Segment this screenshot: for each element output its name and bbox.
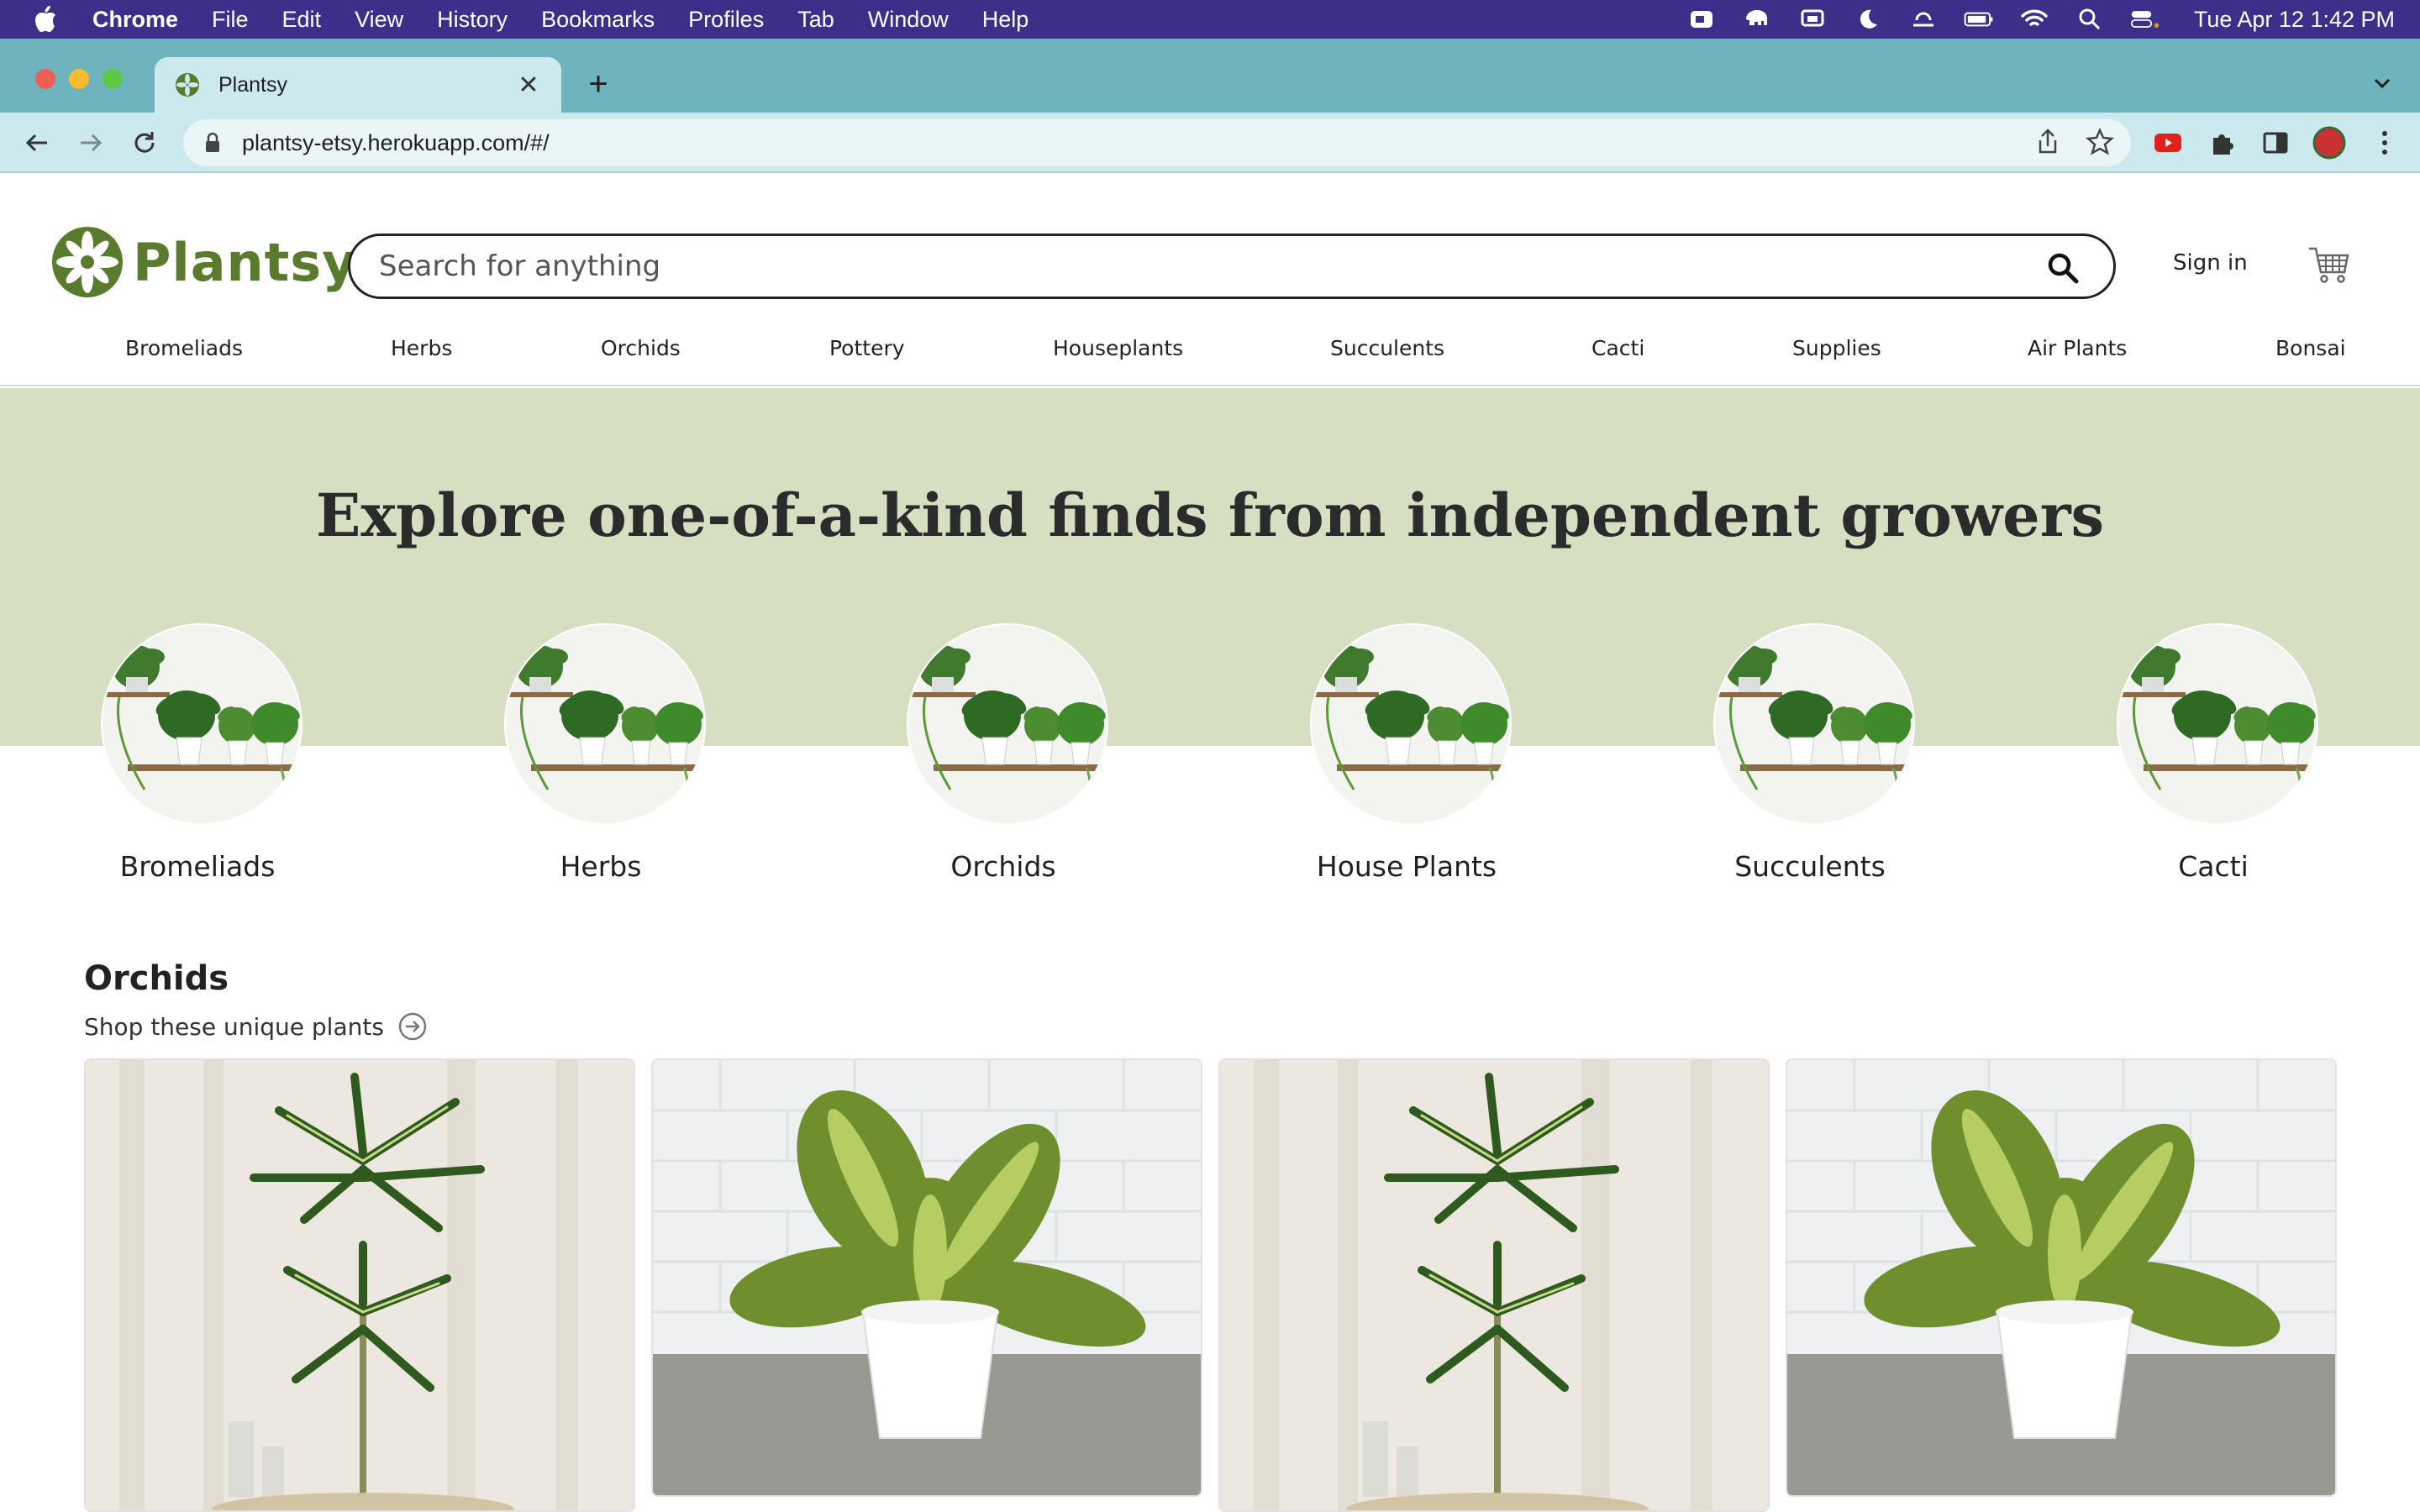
plantsy-favicon-icon bbox=[175, 72, 200, 97]
menu-help[interactable]: Help bbox=[982, 7, 1029, 33]
battery-icon[interactable] bbox=[1964, 7, 1994, 32]
tab-title: Plantsy bbox=[218, 72, 287, 97]
product-card[interactable] bbox=[651, 1058, 1202, 1497]
apple-icon[interactable] bbox=[29, 3, 62, 36]
product-image[interactable] bbox=[653, 1060, 1202, 1497]
menu-edit[interactable]: Edit bbox=[282, 7, 322, 33]
window-close-button[interactable] bbox=[35, 69, 55, 89]
product-image[interactable] bbox=[1220, 1060, 1770, 1512]
product-card[interactable] bbox=[1218, 1058, 1770, 1512]
search-bar[interactable] bbox=[348, 234, 2116, 299]
hero-title: Explore one-of-a-kind finds from indepen… bbox=[316, 480, 2104, 550]
category-image[interactable] bbox=[101, 623, 302, 825]
wifi-icon[interactable] bbox=[2019, 7, 2049, 32]
moon-icon[interactable] bbox=[1853, 7, 1883, 32]
side-panel-icon[interactable] bbox=[2259, 126, 2292, 160]
youtube-extension-icon[interactable] bbox=[2151, 126, 2185, 160]
url-text[interactable]: plantsy-etsy.herokuapp.com/#/ bbox=[242, 130, 550, 156]
site-header: Plantsy Sign in Bromeliads Herbs Orchids… bbox=[0, 173, 2420, 386]
bookmark-star-icon[interactable] bbox=[2086, 127, 2114, 160]
nav-herbs[interactable]: Herbs bbox=[391, 336, 452, 360]
new-tab-button[interactable]: + bbox=[581, 66, 615, 102]
window-zoom-button[interactable] bbox=[103, 69, 123, 89]
menu-view[interactable]: View bbox=[355, 7, 403, 33]
chrome-menu-kebab-icon[interactable] bbox=[2368, 126, 2402, 160]
logo-text: Plantsy bbox=[133, 231, 357, 293]
elephant-icon[interactable] bbox=[1742, 7, 1772, 32]
nav-orchids[interactable]: Orchids bbox=[601, 336, 681, 360]
hero-banner: Explore one-of-a-kind finds from indepen… bbox=[0, 388, 2420, 746]
screen-mirroring-icon[interactable] bbox=[1797, 7, 1828, 32]
back-arrow-icon[interactable] bbox=[20, 126, 54, 160]
share-icon[interactable] bbox=[2033, 128, 2062, 160]
forward-arrow-icon[interactable] bbox=[74, 126, 108, 160]
menu-window[interactable]: Window bbox=[868, 7, 949, 33]
browser-toolbar: plantsy-etsy.herokuapp.com/#/ bbox=[0, 113, 2420, 173]
nav-supplies[interactable]: Supplies bbox=[1792, 336, 1881, 360]
spotlight-search-icon[interactable] bbox=[2075, 7, 2105, 32]
product-image[interactable] bbox=[86, 1060, 635, 1512]
category-label[interactable]: Bromeliads bbox=[13, 850, 382, 883]
address-bar[interactable]: plantsy-etsy.herokuapp.com/#/ bbox=[183, 119, 2131, 166]
menu-bookmarks[interactable]: Bookmarks bbox=[541, 7, 655, 33]
control-center-icon[interactable] bbox=[2130, 7, 2160, 32]
category-card-cacti[interactable]: Cacti bbox=[2112, 623, 2323, 883]
category-image[interactable] bbox=[504, 623, 706, 825]
search-icon[interactable] bbox=[2046, 251, 2080, 285]
category-label[interactable]: Cacti bbox=[2028, 850, 2398, 883]
reload-icon[interactable] bbox=[128, 126, 161, 160]
menu-app-name[interactable]: Chrome bbox=[92, 7, 178, 33]
category-label[interactable]: House Plants bbox=[1222, 850, 1591, 883]
product-image[interactable] bbox=[1787, 1060, 2337, 1497]
section-link-label[interactable]: Shop these unique plants bbox=[84, 1013, 384, 1041]
tab-close-icon[interactable]: ✕ bbox=[516, 71, 541, 99]
shopping-cart-icon[interactable] bbox=[2306, 244, 2351, 286]
lock-icon[interactable] bbox=[202, 132, 224, 154]
category-label[interactable]: Succulents bbox=[1625, 850, 1995, 883]
section-title: Orchids bbox=[84, 959, 229, 998]
nav-bromeliads[interactable]: Bromeliads bbox=[125, 336, 243, 360]
window-minimize-button[interactable] bbox=[69, 69, 89, 89]
video-camera-icon[interactable] bbox=[1686, 7, 1717, 32]
shop-unique-plants-link[interactable]: Shop these unique plants bbox=[84, 1011, 428, 1042]
nav-pottery[interactable]: Pottery bbox=[829, 336, 905, 360]
category-nav: Bromeliads Herbs Orchids Pottery Housepl… bbox=[0, 328, 2420, 378]
menubar-clock[interactable]: Tue Apr 12 1:42 PM bbox=[2194, 7, 2395, 33]
category-image[interactable] bbox=[1713, 623, 1915, 825]
nav-succulents[interactable]: Succulents bbox=[1330, 336, 1444, 360]
category-card-bromeliads[interactable]: Bromeliads bbox=[97, 623, 307, 883]
category-card-orchids[interactable]: Orchids bbox=[902, 623, 1113, 883]
category-label[interactable]: Herbs bbox=[416, 850, 786, 883]
nav-cacti[interactable]: Cacti bbox=[1591, 336, 1644, 360]
tab-search-chevron-icon[interactable] bbox=[2370, 71, 2395, 96]
category-image[interactable] bbox=[907, 623, 1108, 825]
nav-houseplants[interactable]: Houseplants bbox=[1053, 336, 1183, 360]
menu-file[interactable]: File bbox=[212, 7, 249, 33]
product-card[interactable] bbox=[1786, 1058, 2337, 1497]
search-input[interactable] bbox=[379, 249, 1975, 283]
profile-avatar-icon[interactable] bbox=[2312, 126, 2346, 160]
menu-tab[interactable]: Tab bbox=[797, 7, 834, 33]
plantsy-logo[interactable]: Plantsy bbox=[50, 225, 357, 299]
category-image[interactable] bbox=[2117, 623, 2318, 825]
plantsy-flower-logo-icon bbox=[50, 225, 124, 299]
nav-air-plants[interactable]: Air Plants bbox=[2028, 336, 2127, 360]
extensions-puzzle-icon[interactable] bbox=[2205, 126, 2238, 160]
macos-menubar: Chrome File Edit View History Bookmarks … bbox=[0, 0, 2420, 39]
category-label[interactable]: Orchids bbox=[818, 850, 1188, 883]
arrow-circle-right-icon[interactable] bbox=[397, 1011, 428, 1042]
night-shift-icon[interactable] bbox=[1908, 7, 1939, 32]
browser-tab-strip: Plantsy ✕ + bbox=[0, 39, 2420, 113]
product-card[interactable] bbox=[84, 1058, 635, 1512]
category-image[interactable] bbox=[1310, 623, 1512, 825]
browser-tab-plantsy[interactable]: Plantsy ✕ bbox=[155, 57, 561, 113]
category-card-succulents[interactable]: Succulents bbox=[1709, 623, 1919, 883]
category-card-herbs[interactable]: Herbs bbox=[500, 623, 710, 883]
sign-in-link[interactable]: Sign in bbox=[2173, 250, 2248, 276]
nav-bonsai[interactable]: Bonsai bbox=[2275, 336, 2346, 360]
category-card-house-plants[interactable]: House Plants bbox=[1306, 623, 1516, 883]
menu-profiles[interactable]: Profiles bbox=[688, 7, 764, 33]
menu-history[interactable]: History bbox=[437, 7, 508, 33]
